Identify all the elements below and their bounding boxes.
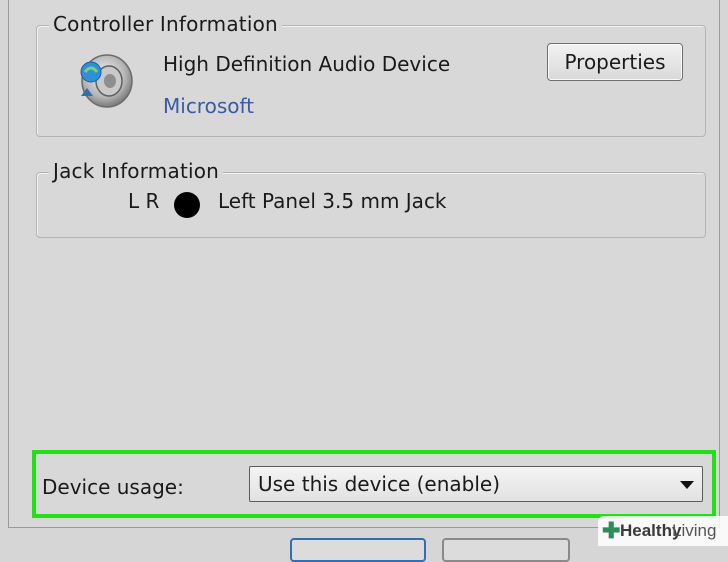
jack-information-group: Jack Information L R Left Panel 3.5 mm J… [36, 159, 706, 238]
controller-information-title: Controller Information [49, 12, 282, 36]
device-usage-dropdown[interactable]: Use this device (enable) [249, 466, 703, 502]
manufacturer-link[interactable]: Microsoft [163, 94, 254, 118]
device-usage-selected: Use this device (enable) [258, 472, 501, 496]
jack-channels: L R [128, 189, 160, 213]
ok-button-edge[interactable] [290, 538, 426, 562]
jack-description: Left Panel 3.5 mm Jack [218, 189, 447, 213]
properties-panel: Controller Information High Definition A… [8, 0, 720, 528]
controller-information-group: Controller Information High Definition A… [36, 12, 706, 137]
jack-color-dot [174, 192, 200, 218]
plus-icon: ✚ [602, 518, 621, 543]
device-usage-label: Device usage: [42, 475, 184, 499]
device-usage-highlight: Device usage: Use this device (enable) [32, 450, 716, 518]
chevron-down-icon[interactable] [680, 481, 694, 489]
jack-information-title: Jack Information [49, 159, 224, 183]
properties-button[interactable]: Properties [547, 43, 683, 81]
watermark-text-living: Living [672, 521, 717, 540]
cancel-button-edge[interactable] [442, 538, 570, 562]
healthy-living-watermark: ✚ Healthy Living [598, 516, 728, 546]
speaker-icon [73, 50, 137, 112]
device-name: High Definition Audio Device [163, 52, 451, 76]
